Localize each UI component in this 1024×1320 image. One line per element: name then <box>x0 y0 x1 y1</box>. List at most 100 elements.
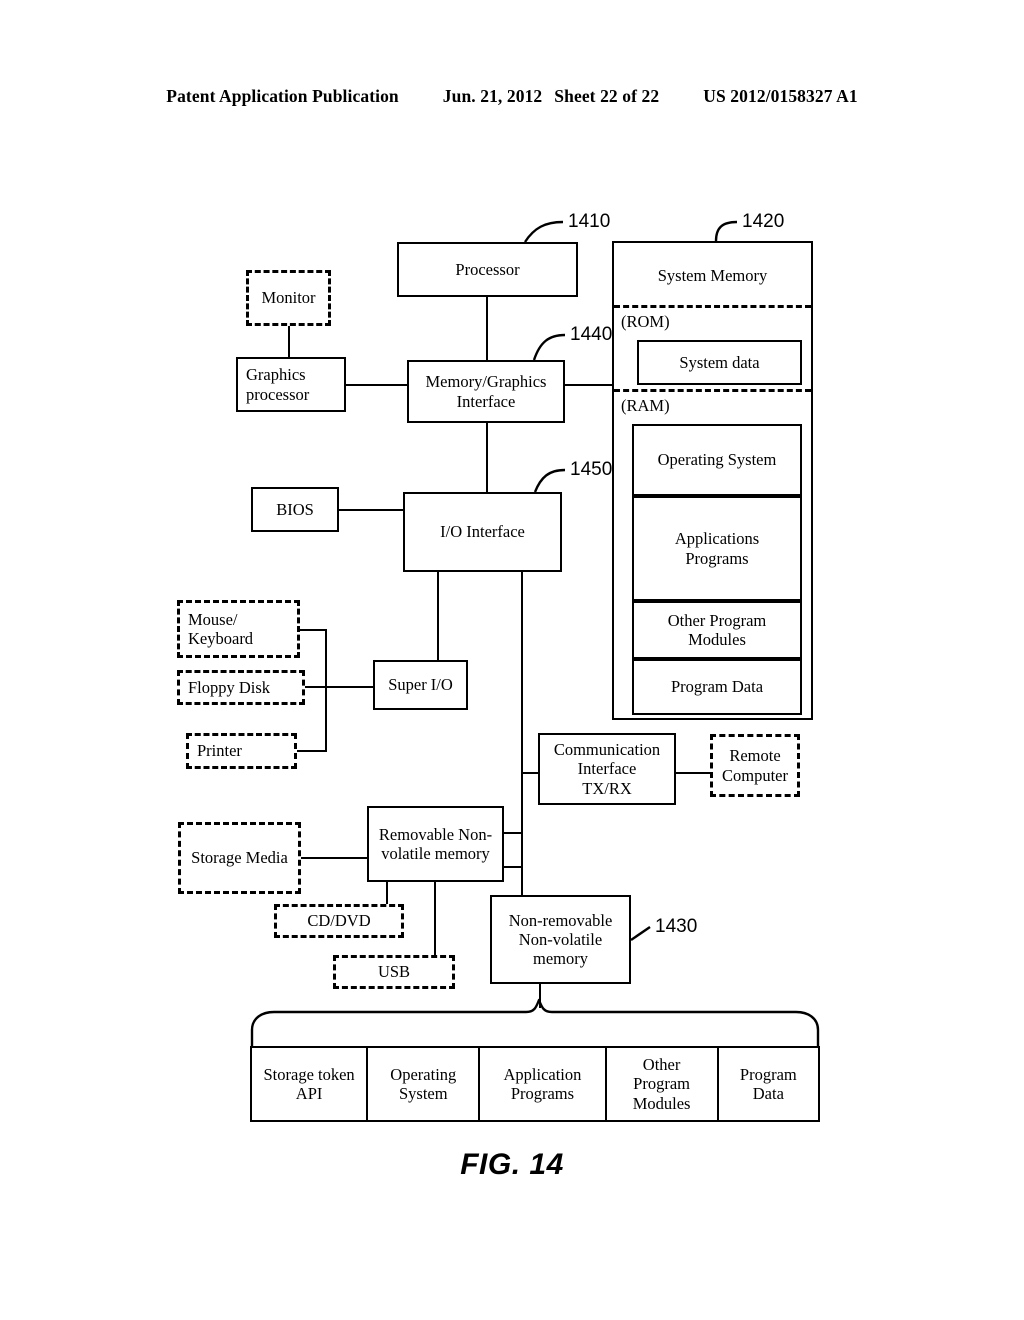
system-memory-rom-label: (ROM) <box>621 312 670 331</box>
connector-storagemedia-removable <box>300 857 368 859</box>
storage-cell-storage-token-api[interactable]: Storage token API <box>252 1048 369 1120</box>
block-floppy-disk-label: Floppy Disk <box>188 677 271 697</box>
leader-line-1410 <box>523 220 564 243</box>
storage-cell-3-line2: Program <box>633 1074 690 1094</box>
connector-removable-bus-2 <box>504 866 523 868</box>
other-program-modules-line2: Modules <box>688 630 746 649</box>
storage-cell-0-line1: Storage token <box>263 1064 355 1084</box>
block-cd-dvd[interactable]: CD/DVD <box>274 904 404 938</box>
block-remote-computer[interactable]: Remote Computer <box>710 734 800 797</box>
connector-comm-remote <box>676 772 710 774</box>
system-memory-title: System Memory <box>657 266 768 285</box>
system-memory-ram-label: (RAM) <box>621 396 670 415</box>
block-processor-label: Processor <box>455 259 520 279</box>
memif-line2: Interface <box>456 391 516 411</box>
block-processor[interactable]: Processor <box>397 242 578 297</box>
mouse-keyboard-line1: Mouse/ <box>188 609 238 629</box>
storage-cell-other-program-modules[interactable]: Other Program Modules <box>607 1048 719 1120</box>
block-other-program-modules-label: Other Program Modules <box>668 611 767 649</box>
storage-cell-1-line2: System <box>398 1084 448 1103</box>
storage-cell-1-text: Operating System <box>390 1065 456 1103</box>
block-applications-programs[interactable]: Applications Programs <box>632 496 802 601</box>
storage-cell-4-text: Program Data <box>740 1065 797 1103</box>
connector-bios-ioif <box>339 509 405 511</box>
storage-cell-1-line1: Operating <box>390 1064 457 1084</box>
block-program-data[interactable]: Program Data <box>632 659 802 715</box>
block-remote-computer-label: Remote Computer <box>722 746 788 784</box>
block-nonremovable-nonvolatile-memory[interactable]: Non-removable Non-volatile memory <box>490 895 631 984</box>
communication-interface-line1: Communication <box>553 740 661 760</box>
block-usb[interactable]: USB <box>333 955 455 989</box>
connector-device-bus <box>325 629 327 752</box>
block-system-data-label: System data <box>679 352 760 372</box>
applications-programs-line2: Programs <box>685 548 749 568</box>
connector-removable-cddvd <box>386 880 389 907</box>
block-operating-system[interactable]: Operating System <box>632 424 802 496</box>
block-communication-interface[interactable]: Communication Interface TX/RX <box>538 733 676 805</box>
storage-cell-0-text: Storage token API <box>264 1065 355 1103</box>
communication-interface-line3: TX/RX <box>582 778 632 798</box>
refnum-non-removable-memory: 1430 <box>655 916 698 937</box>
connector-removable-usb <box>434 880 436 957</box>
connector-memif-sysmem <box>565 384 614 386</box>
leader-line-1420 <box>714 220 738 242</box>
block-floppy-disk[interactable]: Floppy Disk <box>177 670 305 705</box>
header-date-label: Jun. 21, 2012 <box>442 86 543 106</box>
storage-cell-4-line2: Data <box>752 1084 784 1103</box>
block-printer[interactable]: Printer <box>186 733 297 769</box>
block-system-data[interactable]: System data <box>637 340 802 385</box>
block-mouse-keyboard[interactable]: Mouse/ Keyboard <box>177 600 300 658</box>
block-program-data-label: Program Data <box>670 677 764 697</box>
leader-line-1430 <box>630 926 651 941</box>
connector-monitor-graphics <box>288 325 290 358</box>
system-memory-rom-separator <box>614 305 811 308</box>
block-graphics-processor[interactable]: Graphics processor <box>236 357 346 412</box>
block-printer-label: Printer <box>197 741 242 761</box>
remote-computer-line1: Remote <box>729 746 781 766</box>
block-mouse-keyboard-label: Mouse/ Keyboard <box>188 610 253 648</box>
block-monitor[interactable]: Monitor <box>246 270 331 326</box>
page-header: Patent Application Publication Jun. 21, … <box>0 86 1024 112</box>
removable-memory-line1: Removable Non- <box>378 824 493 844</box>
header-publication-label: Patent Application Publication <box>166 86 399 106</box>
block-super-io[interactable]: Super I/O <box>373 660 468 710</box>
figure-caption: FIG. 14 <box>460 1148 564 1181</box>
block-removable-nonvolatile-memory[interactable]: Removable Non- volatile memory <box>367 806 504 882</box>
block-other-program-modules[interactable]: Other Program Modules <box>632 601 802 659</box>
block-storage-media[interactable]: Storage Media <box>178 822 301 894</box>
removable-memory-line2: volatile memory <box>381 844 490 863</box>
block-cd-dvd-label: CD/DVD <box>307 911 371 931</box>
connector-nonremovable-brace <box>539 984 541 1008</box>
system-memory-ram-separator <box>614 389 811 392</box>
storage-table-brace <box>250 998 820 1046</box>
memif-line1: Memory/Graphics <box>425 372 547 392</box>
block-memory-graphics-interface[interactable]: Memory/Graphics Interface <box>407 360 565 423</box>
applications-programs-line1: Applications <box>674 529 760 549</box>
graphics-processor-line1: Graphics <box>246 365 306 385</box>
refnum-system-memory: 1420 <box>742 211 785 232</box>
block-bios[interactable]: BIOS <box>251 487 339 532</box>
nonremovable-memory-line3: memory <box>532 949 588 969</box>
connector-removable-bus <box>504 832 523 834</box>
connector-floppy-superio <box>305 686 375 689</box>
connector-graphics-memif <box>345 384 407 386</box>
block-io-interface-label: I/O Interface <box>440 522 525 542</box>
storage-cell-application-programs[interactable]: Application Programs <box>480 1048 607 1120</box>
storage-cell-3-line3: Modules <box>632 1093 691 1113</box>
patent-figure-page: Patent Application Publication Jun. 21, … <box>0 0 1024 1320</box>
block-graphics-processor-label: Graphics processor <box>246 365 309 403</box>
remote-computer-line2: Computer <box>722 765 788 785</box>
block-io-interface[interactable]: I/O Interface <box>403 492 562 572</box>
block-communication-interface-label: Communication Interface TX/RX <box>554 740 660 797</box>
storage-cell-4-line1: Program <box>739 1064 797 1084</box>
storage-cell-0-line2: API <box>295 1084 323 1103</box>
graphics-processor-line2: processor <box>246 384 310 404</box>
storage-cell-operating-system[interactable]: Operating System <box>368 1048 481 1120</box>
storage-cell-3-line1: Other <box>642 1055 681 1075</box>
connector-bus-comm <box>521 772 538 774</box>
refnum-processor: 1410 <box>568 211 611 232</box>
block-removable-nonvolatile-memory-label: Removable Non- volatile memory <box>379 825 492 863</box>
storage-cell-program-data[interactable]: Program Data <box>719 1048 818 1120</box>
storage-cell-2-text: Application Programs <box>503 1065 581 1103</box>
leader-line-1440 <box>532 333 566 361</box>
